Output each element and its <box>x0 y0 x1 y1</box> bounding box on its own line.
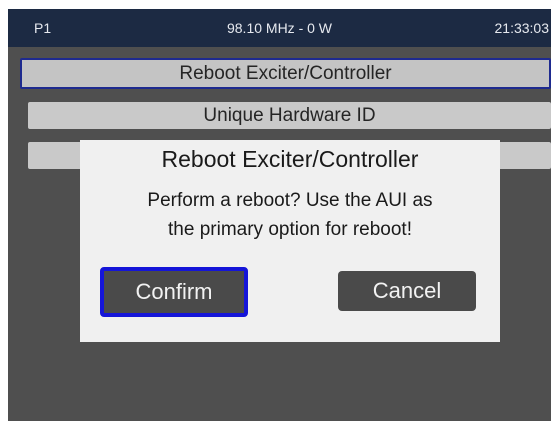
menu-item-reboot-exciter-controller[interactable]: Reboot Exciter/Controller <box>20 58 551 89</box>
dialog-title: Reboot Exciter/Controller <box>161 146 419 172</box>
device-screen: P1 98.10 MHz - 0 W 21:33:03 Reboot Excit… <box>8 9 551 421</box>
menu-item-label: Reboot Exciter/Controller <box>179 63 392 84</box>
menu-item-unique-hardware-id[interactable]: Unique Hardware ID <box>28 102 551 129</box>
frequency-power-readout: 98.10 MHz - 0 W <box>226 20 333 36</box>
menu-item-label: Unique Hardware ID <box>203 105 376 126</box>
dialog-message-line: the primary option for reboot! <box>168 219 412 240</box>
cancel-button[interactable]: Cancel <box>338 271 476 311</box>
dialog-message-line: Perform a reboot? Use the AUI as <box>147 190 433 211</box>
status-bar: P1 98.10 MHz - 0 W 21:33:03 <box>8 9 551 47</box>
dialog-message: Perform a reboot? Use the AUI as the pri… <box>80 186 500 244</box>
clock: 21:33:03 <box>494 20 550 36</box>
reboot-confirm-dialog: Reboot Exciter/Controller Perform a rebo… <box>80 140 500 342</box>
confirm-button[interactable]: Confirm <box>100 267 248 317</box>
